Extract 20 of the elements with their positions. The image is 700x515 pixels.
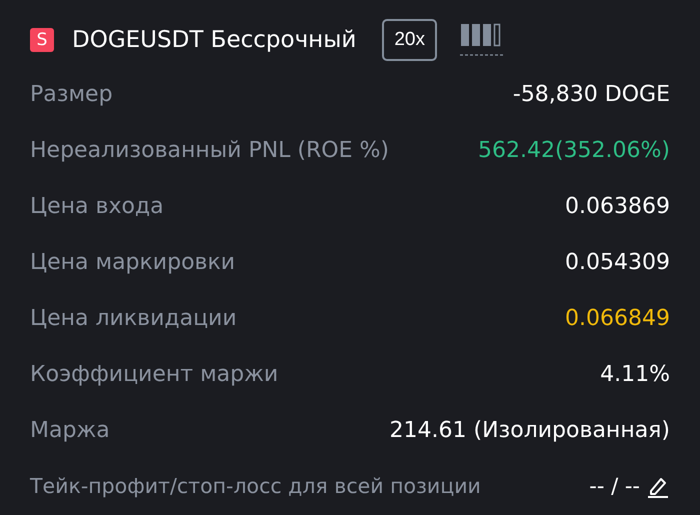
leverage-button[interactable]: 20x — [382, 19, 437, 61]
field-label: Цена маркировки — [30, 250, 236, 274]
field-label: Цена входа — [30, 194, 164, 218]
field-label: Коэффициент маржи — [30, 362, 278, 386]
field-value: 0.066849 — [565, 306, 670, 330]
field-label: Размер — [30, 82, 113, 106]
field-value: 0.063869 — [565, 194, 670, 218]
field-label: Маржа — [30, 418, 110, 442]
field-value: 214.61 (Изолированная) — [390, 418, 670, 442]
symbol-title: DOGEUSDT Бессрочный — [72, 27, 356, 53]
field-value: 562.42(352.06%) — [478, 138, 670, 162]
field-value: 4.11% — [600, 362, 670, 386]
field-value: -58,830 DOGE — [512, 82, 670, 106]
side-badge: S — [30, 28, 54, 52]
field-value: -- / -- — [589, 474, 640, 498]
field-label: Цена ликвидации — [30, 306, 237, 330]
field-value: 0.054309 — [565, 250, 670, 274]
field-label: Тейк-профит/стоп-лосс для всей позиции — [30, 474, 481, 498]
field-label: Нереализованный PNL (ROE %) — [30, 138, 389, 162]
margin-level-icon — [458, 22, 505, 58]
